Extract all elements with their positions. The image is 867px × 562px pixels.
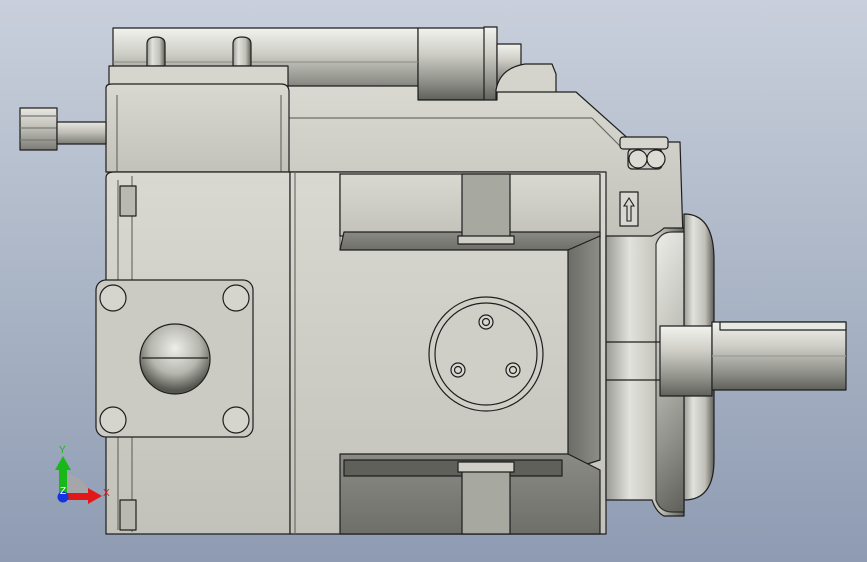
cad-viewport[interactable]: Y X Z: [0, 0, 867, 562]
hex-bolt: [619, 136, 669, 150]
adjust-pin-1: [146, 36, 166, 67]
inlet-port: [139, 323, 211, 395]
left-splined-shaft: [19, 107, 58, 151]
y-axis-label: Y: [59, 445, 66, 456]
z-axis-label: Z: [60, 486, 66, 497]
coordinate-triad: Y X Z: [55, 445, 110, 504]
adjust-pin-2: [232, 36, 252, 67]
front-cover-plate: [428, 296, 544, 412]
x-axis-label: X: [103, 488, 110, 499]
left-end-cap: [105, 83, 290, 173]
pump-model[interactable]: Y X Z: [0, 0, 867, 562]
